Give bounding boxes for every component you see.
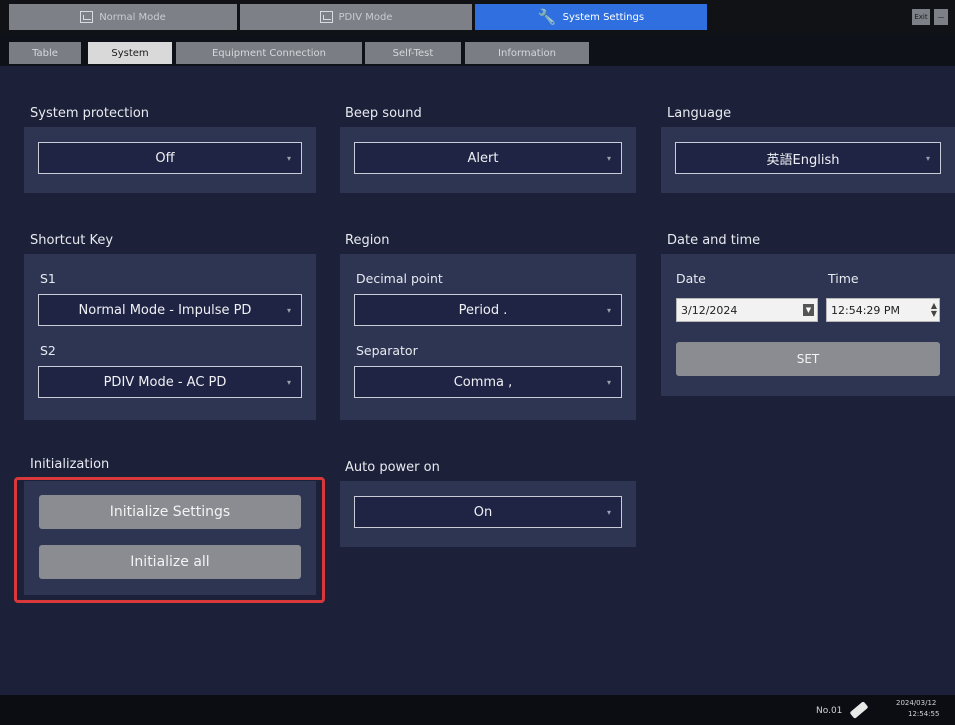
system-protection-title: System protection — [30, 106, 150, 121]
auto-power-dropdown[interactable]: On ▾ — [354, 496, 622, 528]
auto-power-value: On — [473, 504, 493, 520]
chevron-down-icon: ▾ — [606, 508, 611, 517]
tab-pdiv-mode[interactable]: PDIV Mode — [240, 4, 472, 30]
status-time: 12:54:55 — [908, 710, 940, 718]
tab-table-label: Table — [32, 47, 58, 59]
exit-label: Exit — [914, 13, 928, 21]
s2-value: PDIV Mode - AC PD — [103, 374, 227, 390]
beep-sound-title: Beep sound — [345, 106, 422, 121]
decimal-point-label: Decimal point — [356, 271, 443, 286]
chevron-down-icon: ▾ — [606, 378, 611, 387]
beep-sound-value: Alert — [467, 150, 499, 166]
s1-dropdown[interactable]: Normal Mode - Impulse PD ▾ — [38, 294, 302, 326]
tab-information-label: Information — [498, 47, 556, 59]
chart-icon — [319, 11, 333, 23]
language-value: 英語English — [766, 152, 840, 168]
s2-dropdown[interactable]: PDIV Mode - AC PD ▾ — [38, 366, 302, 398]
exit-button[interactable]: Exit — [912, 9, 930, 25]
spinner-icon[interactable]: ▲ ▼ — [931, 302, 937, 318]
language-title: Language — [667, 106, 732, 121]
calendar-icon[interactable]: ▼ — [803, 304, 814, 316]
s2-label: S2 — [40, 343, 56, 358]
region-title: Region — [345, 233, 390, 248]
device-number: No.01 — [816, 706, 843, 716]
time-value: 12:54:29 PM — [831, 303, 901, 317]
shortcut-key-title: Shortcut Key — [30, 233, 114, 248]
status-bar: No.01 2024/03/12 12:54:55 — [0, 695, 955, 725]
language-dropdown[interactable]: 英語English ▾ — [675, 142, 941, 174]
tab-system-settings-label: System Settings — [562, 11, 645, 23]
separator-label: Separator — [356, 343, 418, 358]
tab-self-test[interactable]: Self-Test — [365, 42, 461, 64]
tab-equipment-connection[interactable]: Equipment Connection — [176, 42, 362, 64]
status-date: 2024/03/12 — [896, 699, 937, 707]
mode-bar: Normal Mode PDIV Mode 🔧 System Settings … — [0, 0, 955, 34]
set-button[interactable]: SET — [676, 342, 940, 376]
chevron-down-icon: ▾ — [286, 154, 291, 163]
monitor-icon — [80, 11, 94, 23]
tab-pdiv-mode-label: PDIV Mode — [338, 11, 393, 23]
date-picker[interactable]: 3/12/2024 ▼ — [676, 298, 818, 322]
chevron-down-icon: ▾ — [286, 378, 291, 387]
system-protection-dropdown[interactable]: Off ▾ — [38, 142, 302, 174]
chevron-down-icon: ▾ — [925, 154, 930, 163]
chevron-down-icon: ▾ — [606, 154, 611, 163]
date-value: 3/12/2024 — [681, 303, 738, 317]
separator-value: Comma , — [453, 374, 513, 390]
tab-information[interactable]: Information — [465, 42, 589, 64]
separator-dropdown[interactable]: Comma , ▾ — [354, 366, 622, 398]
highlight-outline — [14, 477, 325, 603]
s1-label: S1 — [40, 271, 56, 286]
wrench-icon: 🔧 — [537, 8, 557, 26]
minimize-button[interactable]: — — [934, 9, 948, 25]
tab-normal-mode[interactable]: Normal Mode — [9, 4, 237, 30]
tab-normal-mode-label: Normal Mode — [99, 11, 166, 23]
date-time-title: Date and time — [667, 233, 761, 248]
decimal-point-value: Period . — [458, 302, 508, 318]
decimal-point-dropdown[interactable]: Period . ▾ — [354, 294, 622, 326]
system-protection-value: Off — [155, 150, 175, 166]
time-picker[interactable]: 12:54:29 PM ▲ ▼ — [826, 298, 940, 322]
tab-self-test-label: Self-Test — [392, 47, 434, 59]
tab-system-settings[interactable]: 🔧 System Settings — [475, 4, 707, 30]
beep-sound-dropdown[interactable]: Alert ▾ — [354, 142, 622, 174]
chevron-down-icon: ▾ — [606, 306, 611, 315]
initialization-title: Initialization — [30, 457, 110, 472]
tab-system[interactable]: System — [88, 42, 172, 64]
set-button-label: SET — [796, 352, 820, 366]
s1-value: Normal Mode - Impulse PD — [78, 302, 252, 318]
chevron-down-icon: ▾ — [286, 306, 291, 315]
sub-tab-bar: Table System Equipment Connection Self-T… — [0, 34, 955, 66]
tab-table[interactable]: Table — [9, 42, 81, 64]
tab-equipment-connection-label: Equipment Connection — [211, 47, 327, 59]
tab-system-label: System — [111, 47, 149, 59]
usb-icon — [849, 701, 869, 719]
auto-power-title: Auto power on — [345, 460, 440, 475]
time-label: Time — [828, 271, 859, 286]
minimize-label: — — [937, 13, 945, 21]
date-label: Date — [676, 271, 706, 286]
